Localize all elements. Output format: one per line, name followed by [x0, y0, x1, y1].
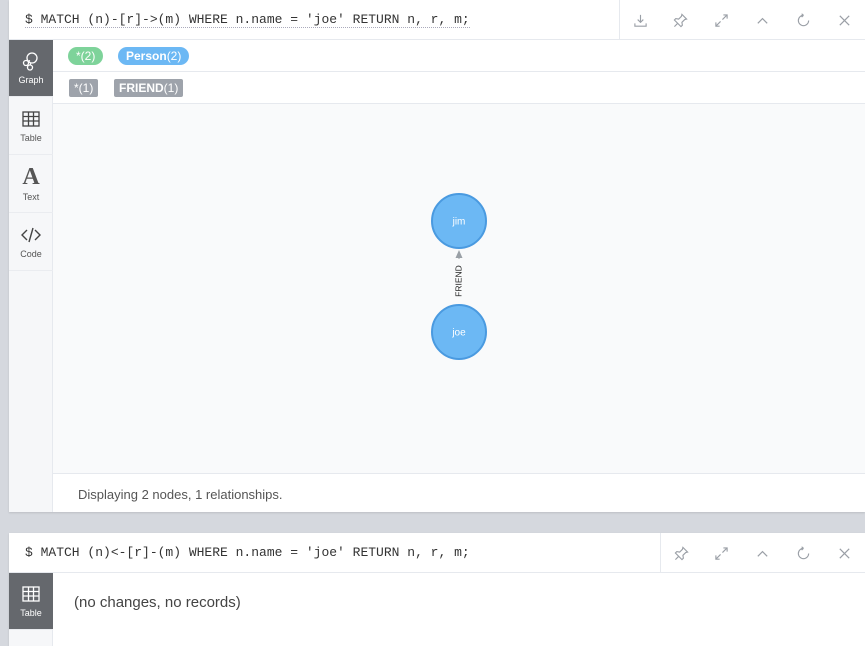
result-frame-2: $ MATCH (n)<-[r]-(m) WHERE n.name = 'joe…: [9, 533, 865, 646]
graph-node-jim[interactable]: jim: [431, 193, 487, 249]
rerun-icon[interactable]: [783, 533, 824, 573]
node-labels-legend: *(2) Person(2): [53, 40, 865, 72]
view-tab-label: Text: [22, 191, 40, 202]
relationship-label: FRIEND: [453, 265, 463, 297]
query-text[interactable]: $ MATCH (n)-[r]->(m) WHERE n.name = 'joe…: [25, 12, 470, 28]
legend-node-label-all[interactable]: *(2): [68, 47, 104, 65]
result-frame-1: $ MATCH (n)-[r]->(m) WHERE n.name = 'joe…: [9, 0, 865, 512]
close-icon[interactable]: [824, 0, 865, 40]
frame-header: $ MATCH (n)-[r]->(m) WHERE n.name = 'joe…: [9, 0, 865, 40]
collapse-icon[interactable]: [742, 533, 783, 573]
expand-icon[interactable]: [701, 533, 742, 573]
graph-canvas[interactable]: FRIEND jim joe: [53, 104, 865, 473]
text-icon: A: [22, 163, 40, 190]
graph-icon: [22, 52, 38, 71]
collapse-icon[interactable]: [742, 0, 783, 40]
legend-node-label-person[interactable]: Person(2): [118, 47, 190, 65]
view-tab-label: Graph: [18, 75, 44, 85]
frame-header: $ MATCH (n)<-[r]-(m) WHERE n.name = 'joe…: [9, 533, 865, 573]
view-tab-label: Table: [20, 132, 42, 143]
rerun-icon[interactable]: [783, 0, 824, 40]
table-icon: [22, 110, 40, 127]
view-tab-label: Table: [20, 608, 42, 618]
view-tab-graph[interactable]: Graph: [9, 40, 53, 97]
relationship-arrowhead: [455, 250, 463, 258]
table-icon: [22, 586, 40, 602]
query-text[interactable]: $ MATCH (n)<-[r]-(m) WHERE n.name = 'joe…: [25, 545, 470, 560]
node-caption: jim: [452, 217, 466, 228]
download-icon[interactable]: [619, 0, 660, 40]
frame-actions: [619, 0, 865, 40]
code-icon: [21, 227, 41, 242]
status-bar: Displaying 2 nodes, 1 relationships.: [53, 473, 865, 512]
legend-rel-type-friend[interactable]: FRIEND(1): [114, 79, 184, 97]
close-icon[interactable]: [824, 533, 865, 573]
view-tab-table[interactable]: Table: [9, 97, 53, 155]
pin-icon[interactable]: [660, 533, 701, 573]
frame-actions: [660, 533, 865, 573]
expand-icon[interactable]: [701, 0, 742, 40]
view-tab-label: Code: [20, 248, 42, 259]
pin-icon[interactable]: [660, 0, 701, 40]
graph-node-joe[interactable]: joe: [431, 304, 487, 360]
view-tab-text[interactable]: A Text: [9, 155, 53, 213]
node-caption: joe: [451, 328, 466, 339]
relationship-types-legend: *(1) FRIEND(1): [53, 72, 865, 104]
graph-svg: FRIEND jim joe: [431, 193, 487, 360]
view-sidebar: Table: [9, 573, 53, 646]
view-tab-table[interactable]: Table: [9, 573, 53, 630]
view-sidebar: Graph Table A Text Code: [9, 40, 53, 512]
status-text: Displaying 2 nodes, 1 relationships.: [78, 487, 283, 502]
view-tab-code[interactable]: Code: [9, 213, 53, 271]
no-records-message: (no changes, no records): [74, 594, 241, 611]
legend-rel-type-all[interactable]: *(1): [69, 79, 99, 97]
